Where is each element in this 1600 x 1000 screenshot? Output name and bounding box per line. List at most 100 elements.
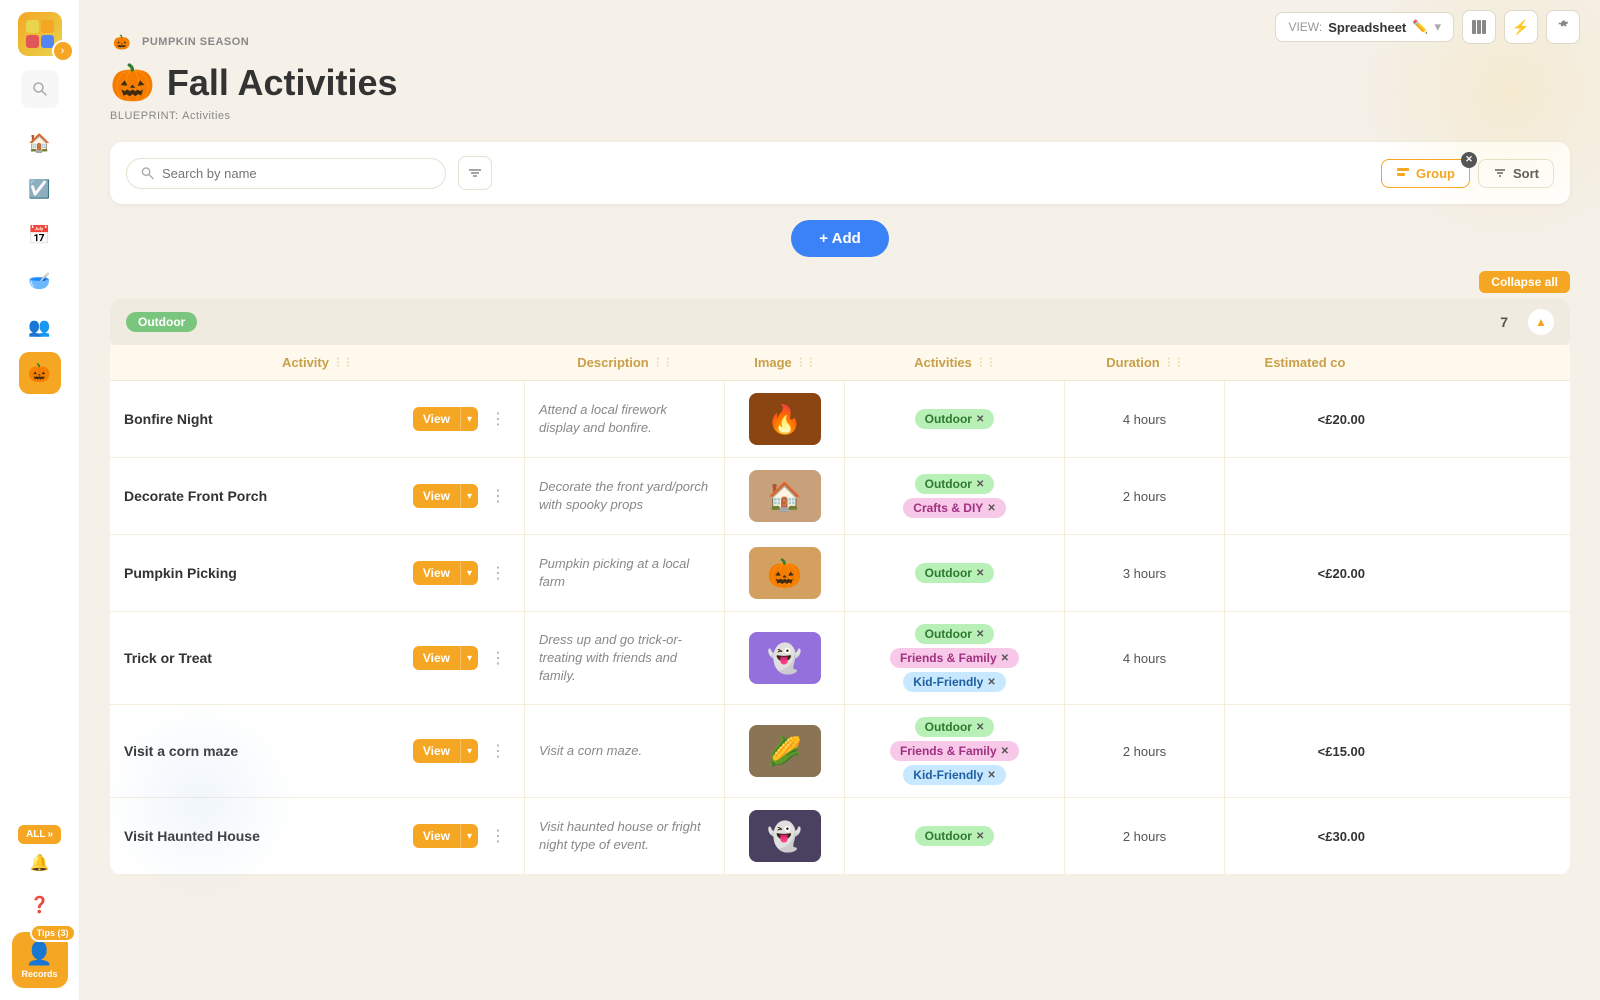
- view-button[interactable]: View: [413, 484, 460, 508]
- col-sep-1: ⋮⋮: [333, 357, 353, 368]
- tags-cell: Outdoor✕: [845, 381, 1065, 457]
- search-button[interactable]: [21, 70, 59, 108]
- row-menu-button[interactable]: ⋮: [486, 559, 510, 587]
- tag: Friends & Family✕: [890, 741, 1019, 761]
- view-selector[interactable]: VIEW: Spreadsheet ✏️ ▾: [1275, 12, 1454, 42]
- group-icon: [1396, 166, 1410, 180]
- view-dropdown-button[interactable]: ▾: [460, 484, 478, 508]
- remove-tag-button[interactable]: ✕: [987, 770, 995, 781]
- view-button[interactable]: View: [413, 646, 460, 670]
- activity-image: 🌽: [749, 725, 821, 777]
- filter-button[interactable]: [458, 156, 492, 190]
- tag: Outdoor ✕: [915, 563, 995, 583]
- duration-cell: 4 hours: [1065, 381, 1225, 457]
- activity-image: 🎃: [749, 547, 821, 599]
- col-header-description: Description ⋮⋮: [525, 355, 725, 370]
- view-button[interactable]: View: [413, 561, 460, 585]
- view-dropdown-button[interactable]: ▾: [460, 646, 478, 670]
- settings-button[interactable]: [1546, 10, 1580, 44]
- group-header: Outdoor 7 ▲: [110, 299, 1570, 345]
- sidebar-nav: 🏠 ☑️ 📅 🥣 👥 🎃: [19, 122, 61, 813]
- tags-cell: Outdoor✕Friends & Family✕Kid-Friendly✕: [845, 705, 1065, 797]
- view-dropdown-button[interactable]: ▾: [460, 407, 478, 431]
- sidebar: › 🏠 ☑️ 📅 🥣 👥 🎃 ALL » 🔔 ❓ Tips (3) 👤 Reco…: [0, 0, 80, 1000]
- row-menu-button[interactable]: ⋮: [486, 482, 510, 510]
- activity-cell: Pumpkin Picking View ▾ ⋮: [110, 535, 525, 611]
- edit-icon: ✏️: [1412, 19, 1428, 35]
- table-container: Outdoor 7 ▲ Activity ⋮⋮ Description ⋮⋮ I…: [110, 299, 1570, 875]
- group-button[interactable]: ✕ Group: [1381, 159, 1470, 188]
- toolbar: ✕ Group Sort: [110, 142, 1570, 204]
- close-group-icon[interactable]: ✕: [1461, 152, 1477, 168]
- collapse-row: Collapse all: [110, 271, 1570, 293]
- activity-cell: Bonfire Night View ▾ ⋮: [110, 381, 525, 457]
- sidebar-item-pumpkin[interactable]: 🎃: [19, 352, 61, 394]
- sort-button[interactable]: Sort: [1478, 159, 1554, 188]
- tag-label: Kid-Friendly: [913, 768, 983, 782]
- row-menu-button[interactable]: ⋮: [486, 405, 510, 433]
- search-icon: [141, 166, 154, 180]
- col-sep-5: ⋮⋮: [1164, 357, 1184, 368]
- sidebar-item-group[interactable]: 👥: [19, 306, 61, 348]
- remove-tag-button[interactable]: ✕: [976, 414, 984, 425]
- remove-tag-button[interactable]: ✕: [976, 479, 984, 490]
- app-logo[interactable]: ›: [18, 12, 62, 56]
- bell-button[interactable]: 🔔: [21, 844, 59, 882]
- remove-tag-button[interactable]: ✕: [1001, 746, 1009, 757]
- remove-tag-button[interactable]: ✕: [976, 831, 984, 842]
- view-dropdown-button[interactable]: ▾: [460, 561, 478, 585]
- table-row: Visit Haunted House View ▾ ⋮ Visit haunt…: [110, 798, 1570, 875]
- expand-sidebar-button[interactable]: ›: [52, 40, 74, 62]
- bolt-button[interactable]: ⚡: [1504, 10, 1538, 44]
- sidebar-item-bowl[interactable]: 🥣: [19, 260, 61, 302]
- view-btn-group: View ▾: [413, 824, 478, 848]
- view-button[interactable]: View: [413, 407, 460, 431]
- col-sep-3: ⋮⋮: [796, 357, 816, 368]
- records-button[interactable]: Tips (3) 👤 Records: [12, 932, 68, 988]
- cost-cell: <£20.00: [1225, 381, 1385, 457]
- tags-cell: Outdoor✕: [845, 798, 1065, 874]
- row-menu-button[interactable]: ⋮: [486, 822, 510, 850]
- tag-label: Kid-Friendly: [913, 675, 983, 689]
- page-title: 🎃 Fall Activities: [110, 62, 1570, 104]
- cost-cell: <£20.00: [1225, 535, 1385, 611]
- remove-tag-button[interactable]: ✕: [1001, 653, 1009, 664]
- activity-image: 👻: [749, 810, 821, 862]
- search-box[interactable]: [126, 158, 446, 189]
- tag-label: Outdoor: [925, 566, 972, 580]
- group-chevron-button[interactable]: ▲: [1528, 309, 1554, 335]
- image-cell: 🏠: [725, 458, 845, 534]
- table-row: Decorate Front Porch View ▾ ⋮ Decorate t…: [110, 458, 1570, 535]
- remove-tag-button[interactable]: ✕: [976, 629, 984, 640]
- add-button-row: + Add: [110, 220, 1570, 257]
- view-btn-group: View ▾: [413, 739, 478, 763]
- row-menu-button[interactable]: ⋮: [486, 737, 510, 765]
- activity-name: Visit Haunted House: [124, 828, 405, 844]
- description-cell: Pumpkin picking at a local farm: [525, 535, 725, 611]
- view-dropdown-button[interactable]: ▾: [460, 739, 478, 763]
- activity-name: Trick or Treat: [124, 650, 405, 666]
- view-button[interactable]: View: [413, 824, 460, 848]
- all-badge[interactable]: ALL »: [18, 825, 61, 844]
- remove-tag-button[interactable]: ✕: [976, 722, 984, 733]
- activity-image: 👻: [749, 632, 821, 684]
- remove-tag-button[interactable]: ✕: [987, 677, 995, 688]
- tag: Outdoor ✕: [915, 474, 995, 494]
- description-cell: Attend a local firework display and bonf…: [525, 381, 725, 457]
- tag-label: Outdoor: [925, 477, 972, 491]
- sidebar-item-home[interactable]: 🏠: [19, 122, 61, 164]
- search-input[interactable]: [162, 166, 431, 181]
- view-button[interactable]: View: [413, 739, 460, 763]
- remove-tag-button[interactable]: ✕: [976, 568, 984, 579]
- add-button[interactable]: + Add: [791, 220, 889, 257]
- sidebar-item-tasks[interactable]: ☑️: [19, 168, 61, 210]
- columns-button[interactable]: [1462, 10, 1496, 44]
- records-icon: 👤: [26, 941, 53, 967]
- activity-cell: Decorate Front Porch View ▾ ⋮: [110, 458, 525, 534]
- collapse-all-button[interactable]: Collapse all: [1479, 271, 1570, 293]
- remove-tag-button[interactable]: ✕: [987, 503, 995, 514]
- help-button[interactable]: ❓: [21, 886, 59, 924]
- row-menu-button[interactable]: ⋮: [486, 644, 510, 672]
- view-dropdown-button[interactable]: ▾: [460, 824, 478, 848]
- sidebar-item-calendar[interactable]: 📅: [19, 214, 61, 256]
